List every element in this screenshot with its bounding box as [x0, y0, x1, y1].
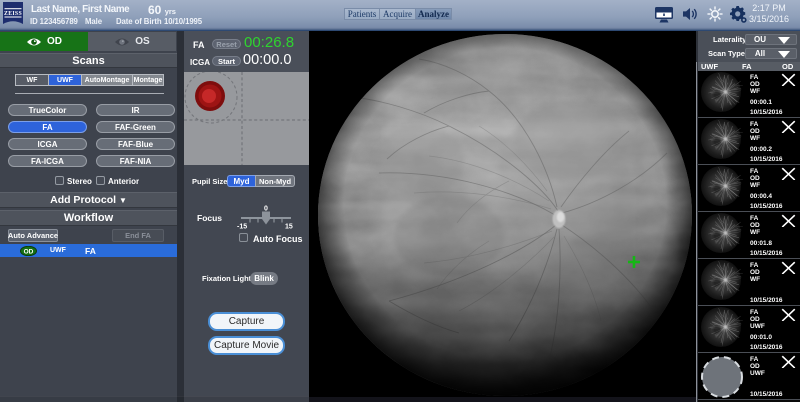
svg-text:ZEISS: ZEISS [4, 11, 22, 17]
svg-text:OD: OD [24, 248, 34, 255]
svg-text:-15: -15 [237, 224, 247, 231]
svg-text:15: 15 [285, 224, 293, 231]
svg-text:0: 0 [264, 206, 268, 213]
